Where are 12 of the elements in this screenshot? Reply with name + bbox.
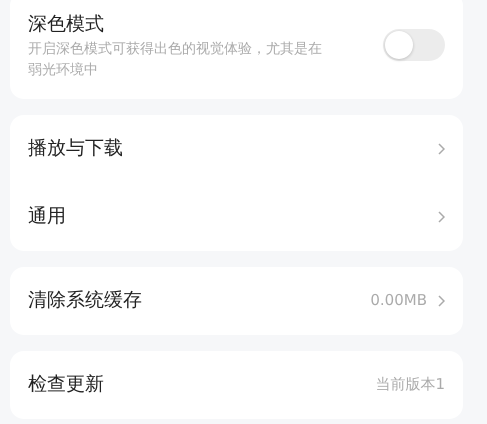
setting-description: 开启深色模式可获得出色的视觉体验，尤其是在弱光环境中 <box>28 40 323 80</box>
setting-label: 通用 <box>28 204 66 230</box>
setting-label: 深色模式 <box>28 12 105 37</box>
chevron-right-icon <box>437 142 445 154</box>
setting-label: 检查更新 <box>28 372 104 398</box>
setting-label: 清除系统缓存 <box>28 288 142 314</box>
setting-value: 当前版本1 <box>375 374 445 396</box>
chevron-right-icon <box>437 294 445 306</box>
chevron-right-icon <box>437 210 445 222</box>
toggle-switch[interactable] <box>383 29 445 62</box>
setting-value: 0.00MB <box>370 290 427 312</box>
setting-label: 播放与下载 <box>28 136 123 162</box>
